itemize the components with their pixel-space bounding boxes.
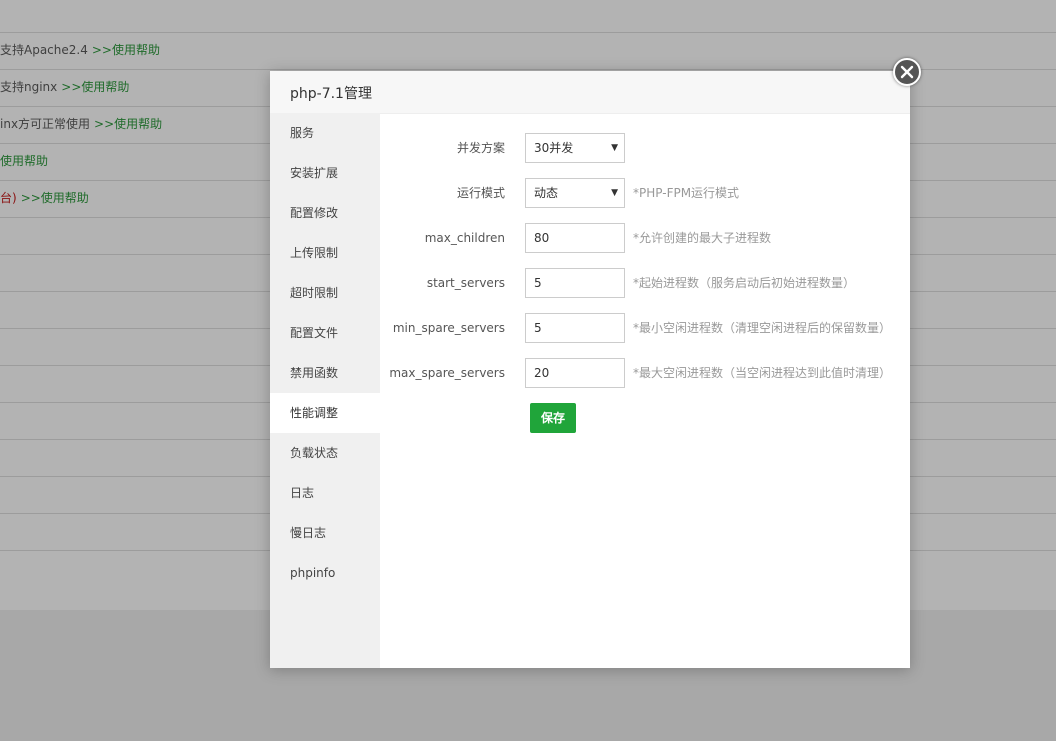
start-servers-label: start_servers: [426, 276, 505, 290]
save-button[interactable]: 保存: [530, 403, 576, 433]
nav-item-config-modify[interactable]: 配置修改: [270, 193, 380, 233]
run-mode-select[interactable]: 动态 ▼: [525, 178, 625, 208]
nav-item-service[interactable]: 服务: [270, 113, 380, 153]
nav-item-install-extensions[interactable]: 安装扩展: [270, 153, 380, 193]
run-mode-hint: *PHP-FPM运行模式: [633, 186, 740, 200]
max-children-input[interactable]: 80: [525, 223, 625, 253]
start-servers-row: start_servers 5 *起始进程数（服务启动后初始进程数量）: [380, 268, 910, 298]
nav-item-phpinfo[interactable]: phpinfo: [270, 553, 380, 593]
concurrency-value: 30并发: [534, 141, 574, 155]
max-children-label: max_children: [424, 231, 505, 245]
nav-item-performance-tuning[interactable]: 性能调整: [270, 393, 380, 433]
background-row: 支持Apache2.4 >>使用帮助: [0, 40, 160, 60]
background-row: 支持nginx >>使用帮助: [0, 77, 129, 97]
start-servers-input[interactable]: 5: [525, 268, 625, 298]
help-link[interactable]: >>使用帮助: [21, 191, 89, 205]
help-link[interactable]: >>使用帮助: [61, 80, 129, 94]
min-spare-servers-input[interactable]: 5: [525, 313, 625, 343]
max-spare-servers-hint: *最大空闲进程数（当空闲进程达到此值时清理）: [633, 366, 892, 380]
run-mode-row: 运行模式 动态 ▼ *PHP-FPM运行模式: [380, 178, 910, 208]
nav-item-slow-log[interactable]: 慢日志: [270, 513, 380, 553]
help-link[interactable]: >>使用帮助: [94, 117, 162, 131]
dialog-title: php-7.1管理: [290, 86, 372, 102]
nav-item-upload-limit[interactable]: 上传限制: [270, 233, 380, 273]
background-row: inx方可正常使用 >>使用帮助: [0, 114, 162, 134]
nav-item-load-status[interactable]: 负载状态: [270, 433, 380, 473]
performance-form: 并发方案 30并发 ▼ 运行模式 动态 ▼ *PHP-FPM运行模式 max_c…: [380, 113, 910, 668]
nav-item-timeout-limit[interactable]: 超时限制: [270, 273, 380, 313]
php-manager-dialog: php-7.1管理 服务 安装扩展 配置修改 上传限制 超时限制 配置文件 禁用…: [270, 58, 921, 668]
side-nav: 服务 安装扩展 配置修改 上传限制 超时限制 配置文件 禁用函数 性能调整 负载…: [270, 113, 380, 668]
concurrency-label: 并发方案: [456, 141, 505, 155]
nav-item-disabled-functions[interactable]: 禁用函数: [270, 353, 380, 393]
concurrency-row: 并发方案 30并发 ▼: [380, 133, 910, 163]
run-mode-label: 运行模式: [456, 186, 505, 200]
max-children-hint: *允许创建的最大子进程数: [633, 231, 772, 245]
min-spare-servers-label: min_spare_servers: [392, 321, 505, 335]
nav-item-log[interactable]: 日志: [270, 473, 380, 513]
close-button[interactable]: [893, 58, 921, 86]
max-spare-servers-row: max_spare_servers 20 *最大空闲进程数（当空闲进程达到此值时…: [380, 358, 910, 388]
max-spare-servers-label: max_spare_servers: [389, 366, 505, 380]
concurrency-select[interactable]: 30并发 ▼: [525, 133, 625, 163]
row-text: inx方可正常使用: [0, 117, 91, 131]
help-link[interactable]: >>使用帮助: [92, 43, 160, 57]
min-spare-servers-row: min_spare_servers 5 *最小空闲进程数（清理空闲进程后的保留数…: [380, 313, 910, 343]
nav-item-config-file[interactable]: 配置文件: [270, 313, 380, 353]
max-children-row: max_children 80 *允许创建的最大子进程数: [380, 223, 910, 253]
row-text: 支持Apache2.4: [0, 43, 88, 57]
close-icon: [900, 65, 914, 79]
max-spare-servers-input[interactable]: 20: [525, 358, 625, 388]
run-mode-value: 动态: [534, 186, 559, 200]
start-servers-hint: *起始进程数（服务启动后初始进程数量）: [633, 276, 856, 290]
caret-down-icon: ▼: [611, 188, 618, 198]
row-text: 支持nginx: [0, 80, 58, 94]
dialog-header: php-7.1管理: [270, 71, 910, 114]
background-row: 使用帮助: [0, 151, 48, 171]
row-red-text: 台): [0, 191, 17, 205]
background-row: 台) >>使用帮助: [0, 188, 89, 208]
divider: [0, 32, 1056, 33]
min-spare-servers-hint: *最小空闲进程数（清理空闲进程后的保留数量）: [633, 321, 892, 335]
caret-down-icon: ▼: [611, 143, 618, 153]
help-link[interactable]: 使用帮助: [0, 154, 48, 168]
